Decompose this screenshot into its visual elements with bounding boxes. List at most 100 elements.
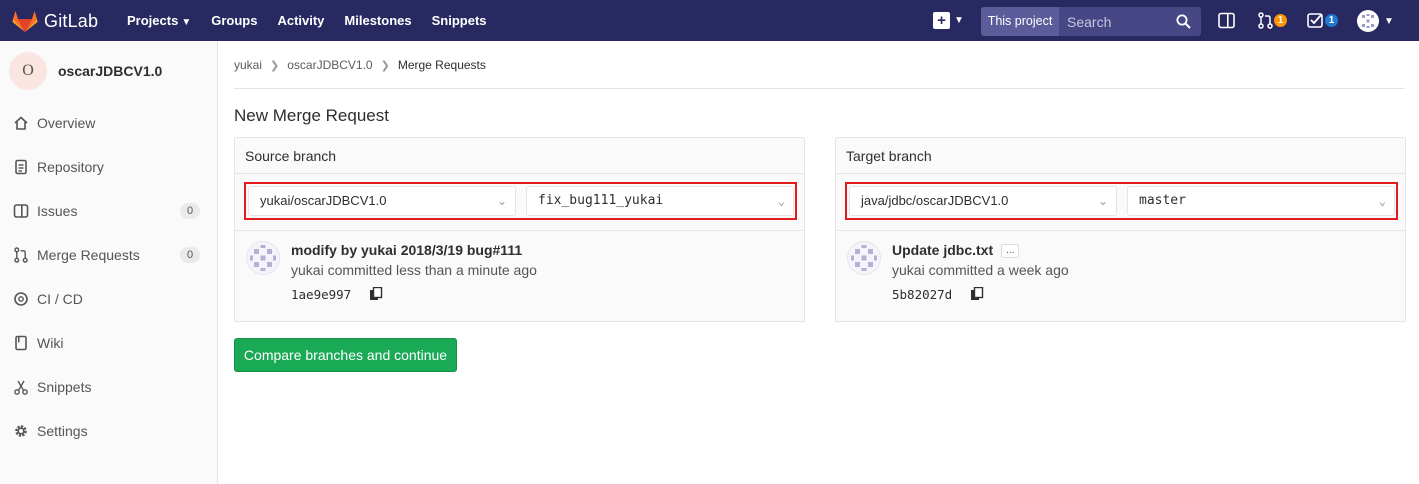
- plus-square-icon: +: [933, 12, 950, 29]
- commit-author-avatar[interactable]: [847, 241, 881, 275]
- merge-requests-count-badge: 0: [180, 247, 200, 263]
- source-branch-panel: Source branch yukai/oscarJDBCV1.0 ⌄ fix_…: [234, 137, 805, 322]
- user-avatar-icon: [1357, 10, 1379, 32]
- doc-text-icon: [13, 159, 29, 175]
- commit-author-avatar[interactable]: [246, 241, 280, 275]
- nav-milestones[interactable]: Milestones: [344, 13, 411, 28]
- sidebar-item-label: Wiki: [37, 335, 64, 351]
- sidebar-item-repository[interactable]: Repository: [0, 145, 217, 189]
- sidebar-item-label: Repository: [37, 159, 104, 175]
- todos-count-badge: 1: [1325, 14, 1338, 27]
- brand-name: GitLab: [44, 10, 99, 31]
- source-branch-value: fix_bug111_yukai: [538, 193, 664, 208]
- issues-icon: [13, 203, 29, 219]
- nav-projects[interactable]: Projects ▼: [127, 13, 191, 28]
- source-select-highlight: yukai/oscarJDBCV1.0 ⌄ fix_bug111_yukai ⌄: [244, 182, 797, 220]
- sidebar-item-settings[interactable]: Settings: [0, 409, 217, 453]
- chevron-right-icon: ❯: [380, 59, 390, 72]
- target-branch-select[interactable]: master ⌄: [1127, 186, 1395, 216]
- user-menu[interactable]: ▼: [1357, 10, 1394, 32]
- sidebar-item-snippets[interactable]: Snippets: [0, 365, 217, 409]
- nav-links: Projects ▼ Groups Activity Milestones Sni…: [127, 0, 507, 41]
- chevron-down-icon: ⌄: [496, 194, 507, 208]
- commit-meta: yukai committed less than a minute ago: [291, 262, 537, 278]
- target-branch-panel: Target branch java/jdbc/oscarJDBCV1.0 ⌄ …: [835, 137, 1406, 322]
- project-sidebar: O oscarJDBCV1.0 Overview Repository Issu…: [0, 41, 218, 484]
- merge-requests-nav-button[interactable]: 1: [1258, 12, 1287, 29]
- gear-icon: [13, 423, 29, 439]
- sidebar-toggle-button[interactable]: [1218, 12, 1235, 29]
- top-navbar: GitLab Projects ▼ Groups Activity Milesto…: [0, 0, 1419, 41]
- gitlab-home-link[interactable]: GitLab: [12, 8, 98, 34]
- source-branch-header: Source branch: [235, 138, 804, 174]
- commit-meta: yukai committed a week ago: [892, 262, 1069, 278]
- sidebar-item-ci-cd[interactable]: CI / CD: [0, 277, 217, 321]
- breadcrumb-current[interactable]: Merge Requests: [398, 58, 486, 72]
- sidebar-item-issues[interactable]: Issues 0: [0, 189, 217, 233]
- nav-activity[interactable]: Activity: [277, 13, 324, 28]
- sidebar-item-label: Snippets: [37, 379, 92, 395]
- merge-request-icon: [1258, 12, 1273, 29]
- project-avatar: O: [9, 52, 47, 90]
- sidebar-item-label: Overview: [37, 115, 96, 131]
- todo-check-icon: [1307, 13, 1323, 28]
- scissors-icon: [13, 379, 29, 395]
- expand-description-button[interactable]: ...: [1001, 244, 1020, 258]
- commit-sha[interactable]: 1ae9e997: [291, 287, 351, 302]
- search-input[interactable]: [1061, 7, 1173, 36]
- copy-icon[interactable]: [369, 287, 383, 301]
- target-branch-value: master: [1139, 193, 1186, 208]
- target-select-highlight: java/jdbc/oscarJDBCV1.0 ⌄ master ⌄: [845, 182, 1398, 220]
- search-box: This project: [981, 7, 1201, 36]
- commit-title-row: Update jdbc.txt...: [892, 242, 1020, 258]
- merge-requests-count-badge: 1: [1274, 14, 1287, 27]
- commit-title-link[interactable]: modify by yukai 2018/3/19 bug#111: [291, 242, 522, 258]
- git-merge-icon: [13, 247, 29, 263]
- target-branch-header: Target branch: [836, 138, 1405, 174]
- sidebar-item-wiki[interactable]: Wiki: [0, 321, 217, 365]
- commit-sha[interactable]: 5b82027d: [892, 287, 952, 302]
- target-project-value: java/jdbc/oscarJDBCV1.0: [861, 193, 1009, 208]
- sidebar-item-label: Settings: [37, 423, 88, 439]
- chevron-right-icon: ❯: [270, 59, 280, 72]
- gitlab-logo-icon: [12, 11, 38, 32]
- sidebar-item-label: Merge Requests: [37, 247, 140, 263]
- new-item-dropdown[interactable]: + ▼: [933, 12, 964, 29]
- breadcrumb-divider: [234, 88, 1405, 89]
- chevron-down-icon: ▼: [181, 17, 192, 28]
- nav-projects-label: Projects: [127, 13, 179, 28]
- nav-snippets[interactable]: Snippets: [432, 13, 487, 28]
- sidebar-item-overview[interactable]: Overview: [0, 101, 217, 145]
- chevron-down-icon: ⌄: [1378, 194, 1386, 208]
- issues-count-badge: 0: [180, 203, 200, 219]
- source-branch-select[interactable]: fix_bug111_yukai ⌄: [526, 186, 794, 216]
- search-icon[interactable]: [1176, 14, 1191, 29]
- source-project-value: yukai/oscarJDBCV1.0: [260, 193, 387, 208]
- home-icon: [13, 115, 29, 131]
- rocket-icon: [13, 291, 29, 307]
- breadcrumb: yukai ❯ oscarJDBCV1.0 ❯ Merge Requests: [234, 58, 486, 72]
- breadcrumb-project[interactable]: oscarJDBCV1.0: [287, 58, 372, 72]
- todos-nav-button[interactable]: 1: [1307, 12, 1338, 29]
- nav-groups[interactable]: Groups: [211, 13, 257, 28]
- book-icon: [13, 335, 29, 351]
- search-scope-badge[interactable]: This project: [981, 7, 1059, 36]
- chevron-down-icon: ⌄: [777, 194, 785, 208]
- page-title: New Merge Request: [234, 106, 389, 125]
- panel-divider: [235, 230, 804, 231]
- breadcrumb-namespace[interactable]: yukai: [234, 58, 262, 72]
- project-name: oscarJDBCV1.0: [58, 63, 163, 79]
- chevron-down-icon: ⌄: [1097, 194, 1108, 208]
- project-header-link[interactable]: O oscarJDBCV1.0: [9, 52, 162, 90]
- compare-branches-button[interactable]: Compare branches and continue: [234, 338, 457, 372]
- chevron-down-icon: ▼: [954, 15, 964, 26]
- sidebar-item-label: CI / CD: [37, 291, 83, 307]
- sidebar-nav: Overview Repository Issues 0 Merge Reque…: [0, 101, 217, 453]
- commit-title-link[interactable]: Update jdbc.txt: [892, 242, 993, 258]
- source-project-select[interactable]: yukai/oscarJDBCV1.0 ⌄: [248, 186, 516, 216]
- sidebar-item-label: Issues: [37, 203, 78, 219]
- target-project-select[interactable]: java/jdbc/oscarJDBCV1.0 ⌄: [849, 186, 1117, 216]
- sidebar-toggle-icon: [1218, 12, 1235, 29]
- sidebar-item-merge-requests[interactable]: Merge Requests 0: [0, 233, 217, 277]
- copy-icon[interactable]: [970, 287, 984, 301]
